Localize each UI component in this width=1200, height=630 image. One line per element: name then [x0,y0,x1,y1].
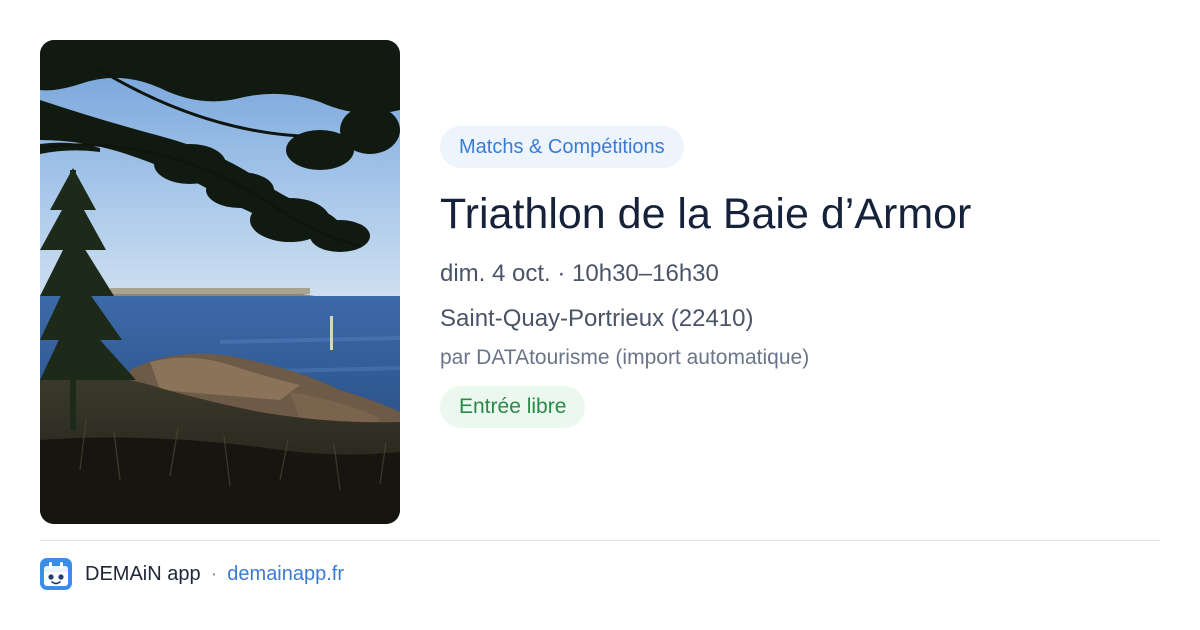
site-link[interactable]: demainapp.fr [227,563,344,586]
footer: DEMAiN app · demainapp.fr [40,558,344,590]
footer-separator: · [210,562,218,585]
event-date-time: dim. 4 oct. · 10h30–16h30 [440,260,719,287]
price-badge: Entrée libre [440,386,586,428]
footer-divider [40,540,1160,541]
event-source: par DATAtourisme (import automatique) [440,346,810,369]
event-photo [40,40,400,524]
event-info: Matchs & Compétitions Triathlon de la Ba… [440,126,1160,428]
app-name: DEMAiN app [85,562,201,585]
event-location: Saint-Quay-Portrieux (22410) [440,305,754,332]
event-title: Triathlon de la Baie d’Armor [440,190,972,238]
demain-app-logo-icon [40,558,72,590]
category-chip[interactable]: Matchs & Compétitions [440,126,684,168]
